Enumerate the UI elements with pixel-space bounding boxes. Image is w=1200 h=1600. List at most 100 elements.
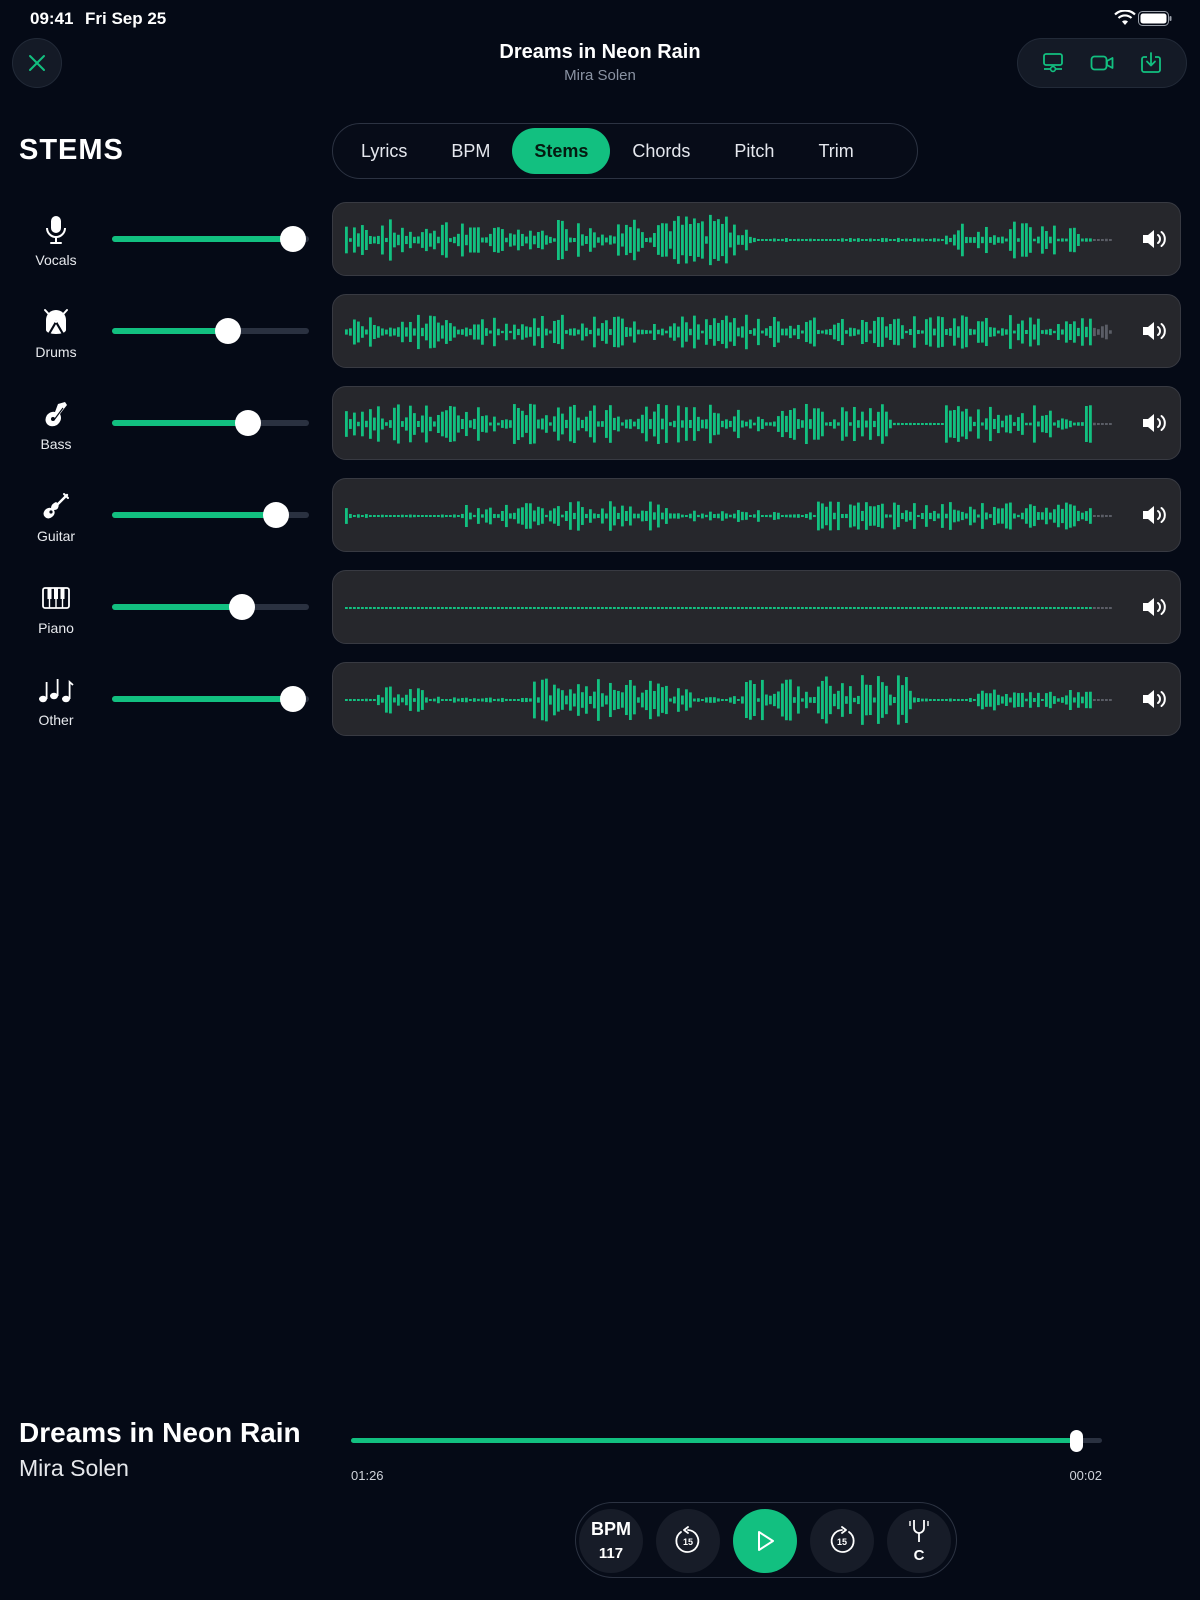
waveform-bar [985,418,988,430]
volume-slider[interactable] [112,594,309,620]
waveform-bar [481,416,484,432]
waveform-bar [713,607,716,609]
waveform-graphic [345,214,1112,266]
waveform[interactable] [332,478,1181,552]
volume-slider-knob[interactable] [280,226,307,252]
waveform-bar [825,607,828,609]
waveform-bar [909,422,912,426]
waveform-bar [949,410,952,438]
waveform-bar [965,513,968,519]
waveform-bar [785,607,788,609]
mute-button[interactable] [1140,318,1170,344]
volume-slider-knob[interactable] [215,318,242,344]
waveform-bar [909,607,912,609]
download-button[interactable] [1131,43,1171,83]
volume-slider[interactable] [112,410,309,436]
volume-slider-knob[interactable] [262,502,289,528]
waveform-bar [693,407,696,441]
waveform-bar [681,420,684,428]
waveform-bar [393,515,396,517]
waveform-bar [1065,502,1068,530]
waveform-bar [833,512,836,520]
waveform-bar [917,238,920,242]
tab-bpm[interactable]: BPM [429,128,512,174]
volume-slider[interactable] [112,318,309,344]
waveform-bar [1101,326,1104,338]
waveform-bar [709,404,712,444]
mixer-button[interactable] [1033,43,1073,83]
waveform-bar [1057,504,1060,528]
waveform-bar [733,513,736,519]
waveform-graphic [345,403,1112,445]
waveform-bar [725,699,728,701]
waveform-bar [837,607,840,609]
volume-slider-knob[interactable] [234,410,261,436]
mute-button[interactable] [1140,594,1170,620]
waveform[interactable] [332,662,1181,736]
playback-progress[interactable] [351,1430,1102,1452]
waveform-bar [901,239,904,241]
bpm-button[interactable]: BPM 117 [579,1509,643,1573]
waveform-bar [1073,422,1076,426]
waveform-bar [781,238,784,242]
waveform-bar [393,232,396,248]
waveform-bar [785,514,788,518]
waveform-bar [369,235,372,245]
volume-slider[interactable] [112,502,309,528]
waveform-bar [465,234,468,246]
mute-button[interactable] [1140,226,1170,252]
waveform-bar [905,510,908,522]
waveform[interactable] [332,386,1181,460]
waveform-bar [981,503,984,529]
tab-lyrics[interactable]: Lyrics [339,128,429,174]
waveform-bar [953,607,956,609]
waveform-bar [689,692,692,708]
waveform-bar [965,316,968,348]
progress-knob[interactable] [1069,1430,1083,1452]
video-button[interactable] [1082,43,1122,83]
volume-slider-knob[interactable] [229,594,256,620]
waveform-bar [917,698,920,702]
waveform-bar [649,680,652,720]
mute-button[interactable] [1140,410,1170,436]
volume-slider[interactable] [112,686,309,712]
waveform-bar [953,410,956,438]
tab-trim[interactable]: Trim [796,128,875,174]
waveform-bar [521,233,524,247]
waveform-bar [585,416,588,432]
key-button[interactable]: C [887,1509,951,1573]
volume-slider[interactable] [112,226,309,252]
mute-button[interactable] [1140,502,1170,528]
mute-button[interactable] [1140,686,1170,712]
waveform-bar [897,422,900,426]
waveform[interactable] [332,570,1181,644]
waveform-bar [665,405,668,443]
waveform-bar [717,698,720,702]
waveform-bar [457,329,460,335]
waveform-bar [505,504,508,528]
stem-row-bass: Bass [0,386,1200,460]
waveform-bar [869,238,872,242]
waveform-bar [741,235,744,245]
skip-forward-button[interactable]: 15 [810,1509,874,1573]
waveform[interactable] [332,294,1181,368]
waveform-bar [781,328,784,336]
waveform[interactable] [332,202,1181,276]
volume-slider-knob[interactable] [280,686,307,712]
waveform-bar [941,423,944,425]
tab-chords[interactable]: Chords [610,128,712,174]
tab-stems[interactable]: Stems [512,128,611,174]
waveform-bar [477,324,480,340]
waveform-bar [617,224,620,256]
waveform-bar [465,607,468,609]
waveform-bar [893,697,896,703]
waveform-bar [533,235,536,245]
close-button[interactable] [12,38,62,88]
waveform-bar [349,238,352,242]
waveform-bar [729,514,732,518]
play-button[interactable] [733,1509,797,1573]
tab-pitch[interactable]: Pitch [712,128,796,174]
waveform-bar [637,228,640,252]
skip-back-button[interactable]: 15 [656,1509,720,1573]
waveform-bar [397,234,400,246]
